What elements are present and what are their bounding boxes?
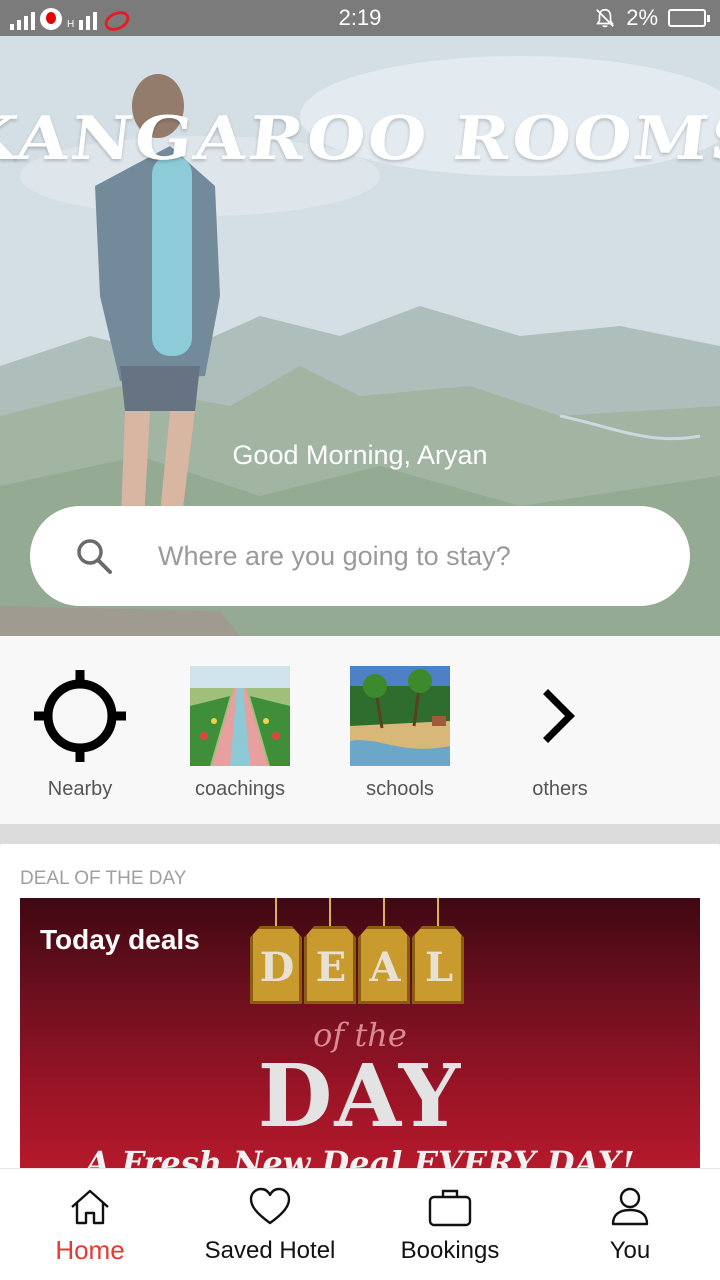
category-nearby[interactable]: Nearby xyxy=(0,666,160,816)
search-bar[interactable] xyxy=(30,506,690,606)
heart-icon xyxy=(249,1187,291,1225)
category-others[interactable]: others xyxy=(480,666,640,816)
tag-string xyxy=(329,898,331,926)
nav-bookings[interactable]: Bookings xyxy=(360,1169,540,1280)
nav-you[interactable]: You xyxy=(540,1169,720,1280)
search-icon xyxy=(77,539,112,574)
greeting-text: Good Morning, Aryan xyxy=(232,440,488,470)
category-label: coachings xyxy=(194,778,286,800)
category-coachings[interactable]: coachings xyxy=(160,666,320,816)
nav-label: Saved Hotel xyxy=(204,1237,336,1264)
deal-of-the-day-card: DEAL OF THE DAY D E A L of the DAY A Fre… xyxy=(0,844,720,1174)
tag-letter: E xyxy=(315,944,347,991)
beach-thumbnail xyxy=(350,666,450,766)
category-row: Nearby coachings schools others xyxy=(0,636,720,824)
nav-home[interactable]: Home xyxy=(0,1169,180,1280)
tag-string xyxy=(275,898,277,926)
section-heading: DEAL OF THE DAY xyxy=(20,868,187,889)
tag-string xyxy=(383,898,385,926)
search-input[interactable] xyxy=(158,536,658,576)
status-right: 2% xyxy=(594,5,710,31)
category-label: others xyxy=(532,778,588,800)
banner-day: DAY xyxy=(257,1046,463,1147)
category-schools[interactable]: schools xyxy=(320,666,480,816)
nav-label: You xyxy=(609,1237,651,1264)
nav-label: Bookings xyxy=(400,1237,500,1264)
section-divider xyxy=(0,824,720,844)
hero-banner: KANGAROO ROOMS Good Morning, Aryan xyxy=(0,36,720,636)
nav-label: Home xyxy=(55,1235,125,1265)
battery-percent: 2% xyxy=(626,5,658,30)
category-label: Nearby xyxy=(47,778,113,800)
chevron-right-icon xyxy=(543,689,575,743)
tag-letter: D xyxy=(259,944,295,991)
garden-thumbnail xyxy=(190,666,290,766)
bottom-navigation: Home Saved Hotel Bookings You xyxy=(0,1168,720,1280)
deal-banner[interactable]: D E A L of the DAY A Fresh New Deal EVER… xyxy=(20,898,700,1174)
tag-letter: A xyxy=(369,944,401,991)
battery-icon xyxy=(668,9,710,27)
home-icon xyxy=(71,1189,109,1225)
tag-string xyxy=(437,898,439,926)
tag-letter: L xyxy=(424,944,454,991)
crosshair-icon xyxy=(34,670,126,762)
status-bar: H 2:19 2% xyxy=(0,0,720,36)
briefcase-icon xyxy=(428,1189,472,1227)
brand-title: KANGAROO ROOMS xyxy=(0,104,720,174)
user-icon xyxy=(611,1187,649,1226)
nav-saved-hotel[interactable]: Saved Hotel xyxy=(180,1169,360,1280)
bell-muted-icon xyxy=(596,8,615,28)
category-label: schools xyxy=(366,778,434,800)
banner-title: Today deals xyxy=(40,924,200,955)
